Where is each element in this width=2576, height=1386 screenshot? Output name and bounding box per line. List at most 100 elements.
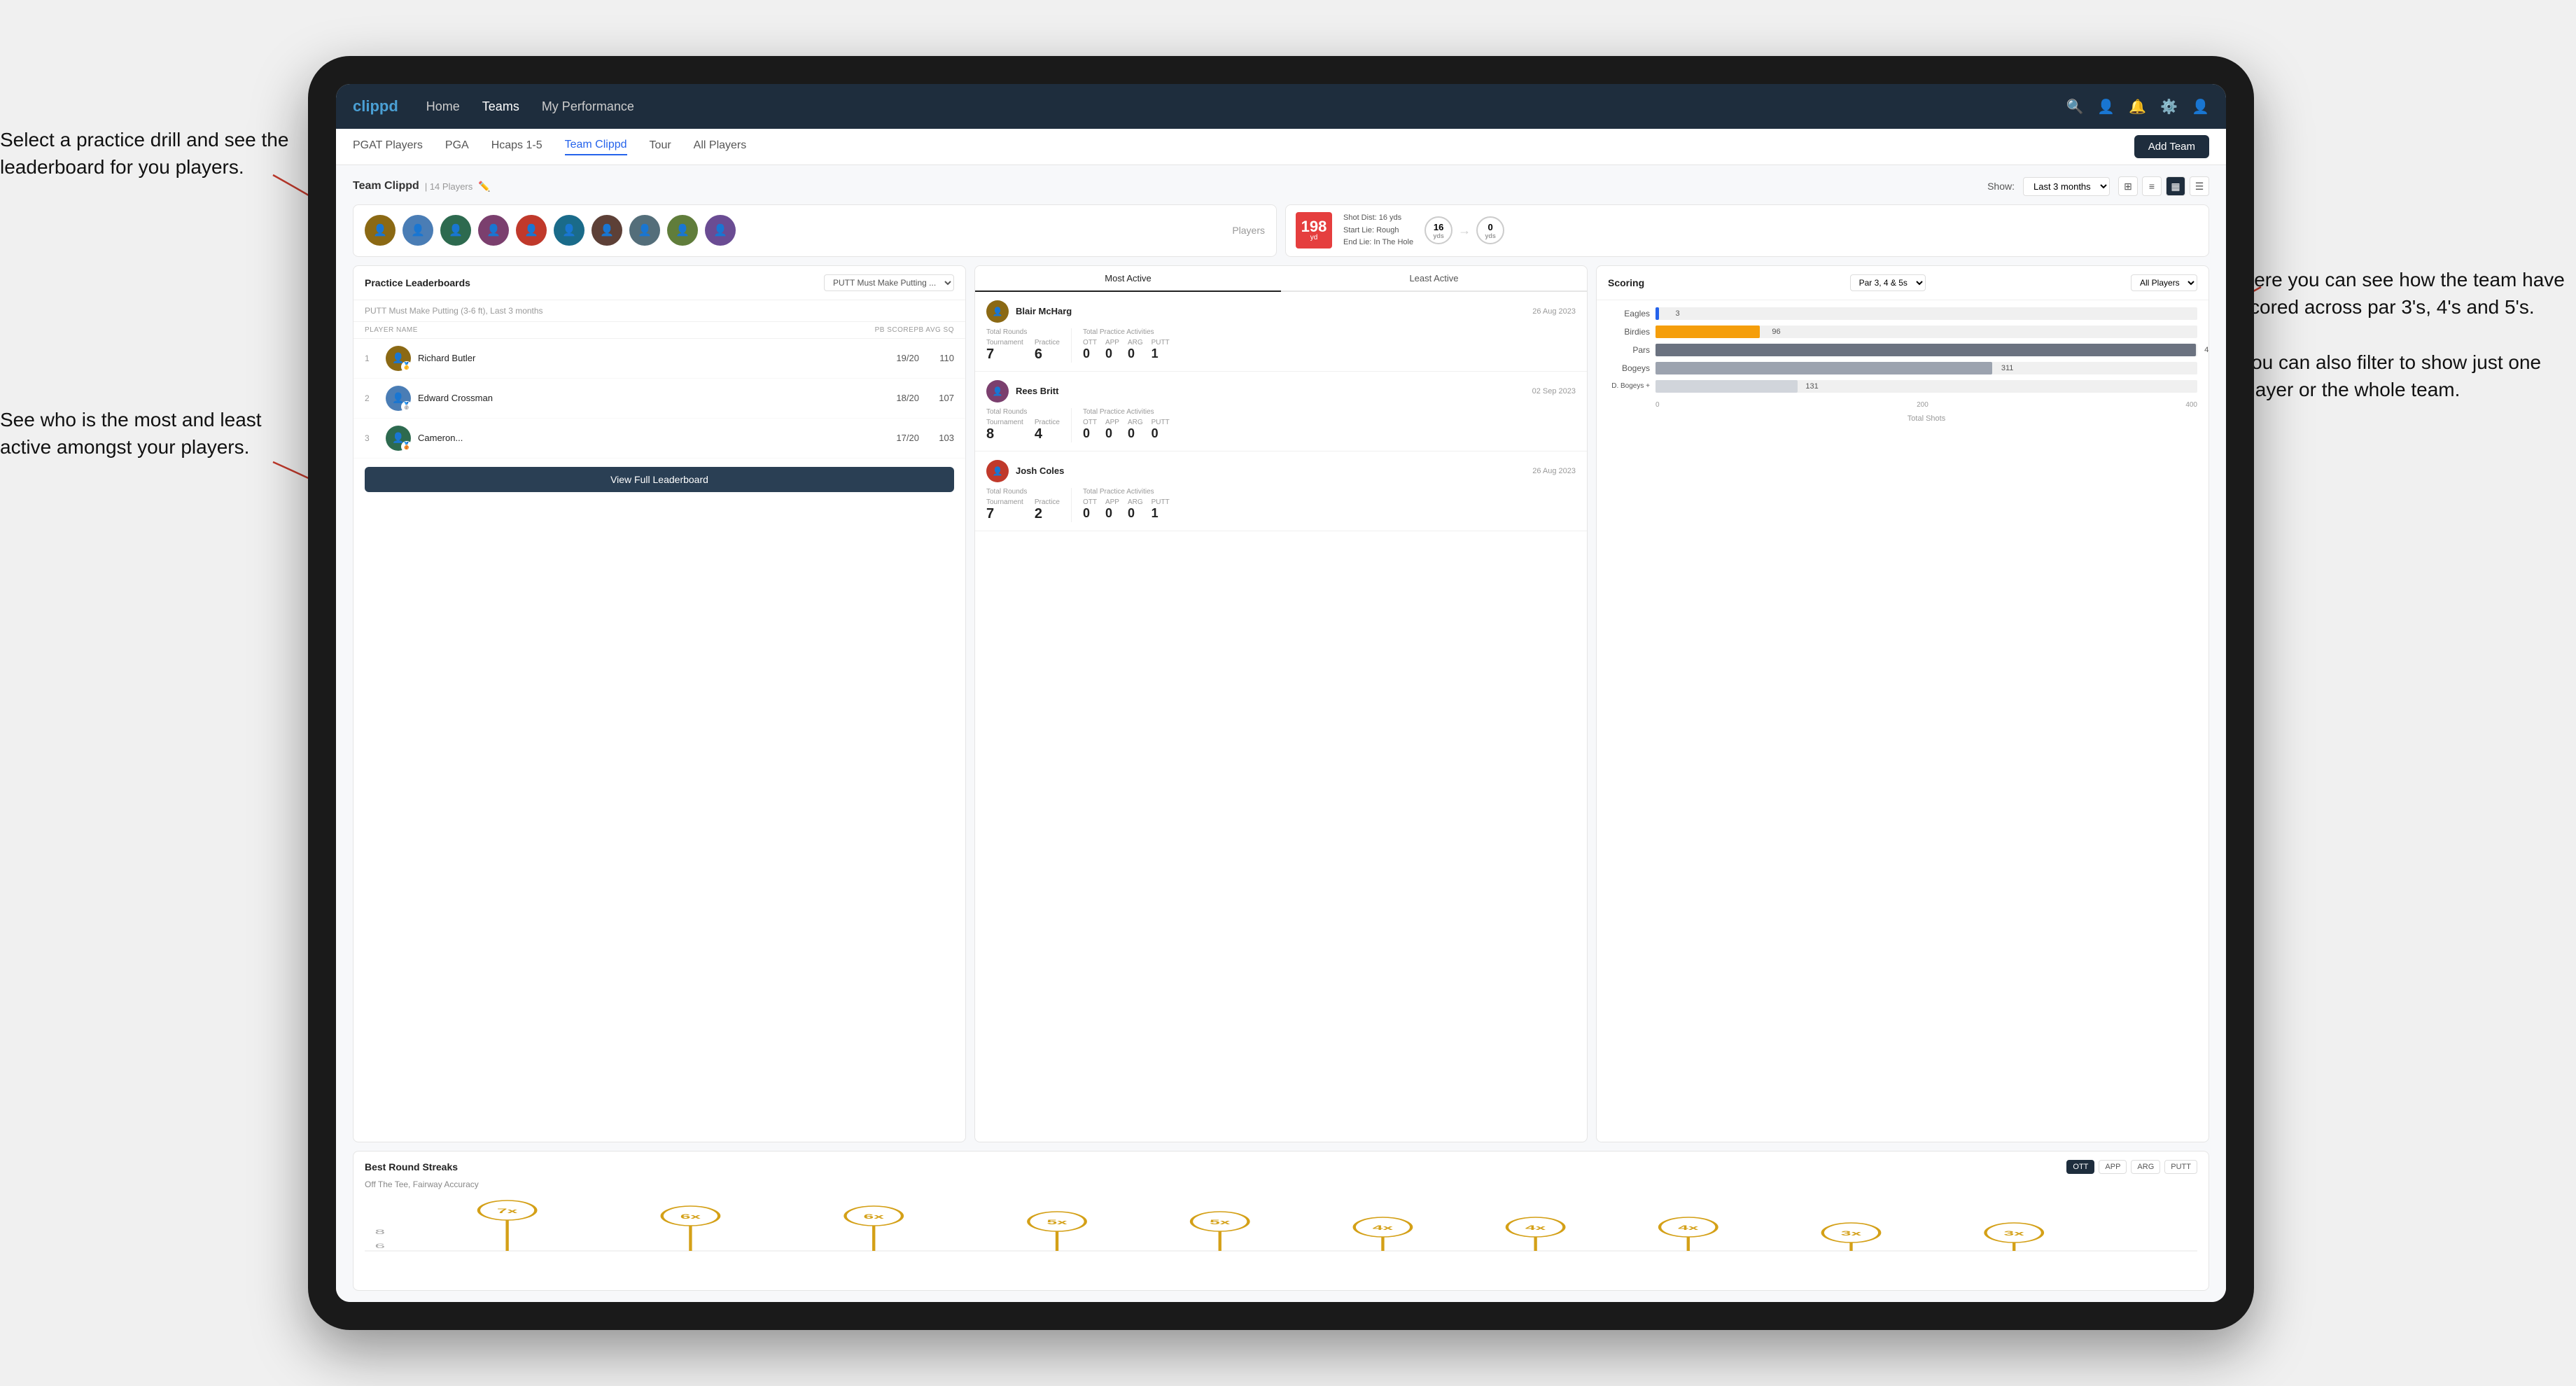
tab-putt[interactable]: PUTT [2164,1160,2197,1174]
period-dropdown[interactable]: Last 3 months [2023,177,2110,196]
avatar-1[interactable]: 👤 [365,215,396,246]
svg-text:8: 8 [375,1228,386,1236]
avatar-7[interactable]: 👤 [592,215,622,246]
list-view-icon[interactable]: ☰ [2190,176,2209,196]
settings-icon[interactable]: ⚙️ [2160,98,2178,115]
lb-avatar-3: 👤 🥉 [386,426,411,451]
yardage-right-unit: yds [1485,232,1496,239]
edit-icon[interactable]: ✏️ [478,181,490,192]
scoring-filter-players[interactable]: All Players [2131,274,2197,291]
avatar-9[interactable]: 👤 [667,215,698,246]
putt-value-3: 1 [1152,506,1170,521]
svg-text:5x: 5x [1046,1219,1067,1226]
players-avatars: 👤 👤 👤 👤 👤 👤 👤 👤 👤 👤 [365,215,736,246]
show-filter: Show: Last 3 months ⊞ ≡ ▦ ☰ [1987,176,2209,196]
shot-distance-unit: yd [1310,234,1318,241]
nav-link-teams[interactable]: Teams [482,99,519,114]
lb-avatar-1: 👤 🥇 [386,346,411,371]
grid-view-icon[interactable]: ⊞ [2118,176,2138,196]
shot-dist-badge: 198 yd [1296,212,1332,248]
table-view-icon[interactable]: ≡ [2142,176,2162,196]
bar-fill-birdies: 96 [1656,326,1760,338]
tablet-frame: clippd Home Teams My Performance 🔍 👤 🔔 ⚙… [308,56,2254,1330]
app-value-3: 0 [1105,506,1119,521]
start-lie: Start Lie: Rough [1343,225,1413,237]
sub-nav: PGAT Players PGA Hcaps 1-5 Team Clippd T… [336,129,2226,165]
bar-fill-eagles: 3 [1656,307,1659,320]
avatar-8[interactable]: 👤 [629,215,660,246]
avatar-3[interactable]: 👤 [440,215,471,246]
streak-chart: 6 8 7x 6x 6x [365,1195,2197,1279]
bar-row-birdies: Birdies 96 [1608,326,2197,338]
app-label-3: APP [1105,498,1119,506]
lb-header-name: PLAYER NAME [365,326,875,334]
svg-text:3x: 3x [2004,1230,2024,1237]
chart-x-axis: 0 200 400 [1656,398,2197,412]
activity-rounds-1: Total Rounds Tournament 7 Practice 6 [986,328,1060,363]
bar-label-birdies: Birdies [1608,327,1650,337]
lb-score-3: 17/20 [884,433,919,443]
avatar-10[interactable]: 👤 [705,215,736,246]
leaderboard-title: Practice Leaderboards [365,277,470,288]
subnav-tour[interactable]: Tour [650,139,671,155]
annotation-right: Here you can see how the team have score… [2240,266,2576,403]
putt-label-3: PUTT [1152,498,1170,506]
lb-row-3: 3 👤 🥉 Cameron... 17/20 103 [354,419,965,458]
bar-fill-bogeys: 311 [1656,362,1992,374]
avatar-4[interactable]: 👤 [478,215,509,246]
team-player-count: | 14 Players [425,181,472,192]
leaderboard-dropdown[interactable]: PUTT Must Make Putting ... [824,274,954,291]
card-view-icon[interactable]: ▦ [2166,176,2185,196]
bar-fill-dbogeys: 131 [1656,380,1798,393]
person-icon[interactable]: 👤 [2097,98,2115,115]
bar-label-dbogeys: D. Bogeys + [1608,382,1650,390]
nav-link-myperformance[interactable]: My Performance [542,99,634,114]
view-full-leaderboard-button[interactable]: View Full Leaderboard [365,467,954,492]
avatar-5[interactable]: 👤 [516,215,547,246]
ott-value-3: 0 [1083,506,1097,521]
lb-medal-2: 🥈 [401,401,412,412]
ott-label-1: OTT [1083,339,1097,346]
subnav-teamclippd[interactable]: Team Clippd [565,139,627,155]
bar-row-pars: Pars 499 [1608,344,2197,356]
bar-value-birdies: 96 [1772,328,1780,336]
tab-ott[interactable]: OTT [2066,1160,2094,1174]
svg-text:6x: 6x [680,1213,701,1220]
tab-most-active[interactable]: Most Active [975,266,1281,292]
shot-dist-label: Shot Dist: 16 yds [1343,212,1413,225]
shot-details: Shot Dist: 16 yds Start Lie: Rough End L… [1343,212,1413,249]
tab-arg[interactable]: ARG [2131,1160,2160,1174]
scoring-filter-par[interactable]: Par 3, 4 & 5s [1850,274,1926,291]
bar-track-eagles: 3 [1656,307,2197,320]
bell-icon[interactable]: 🔔 [2129,98,2146,115]
avatar-6[interactable]: 👤 [554,215,584,246]
nav-link-home[interactable]: Home [426,99,460,114]
subnav-hcaps[interactable]: Hcaps 1-5 [491,139,542,155]
tab-app[interactable]: APP [2099,1160,2127,1174]
avatar-icon[interactable]: 👤 [2192,98,2209,115]
lb-table-header: PLAYER NAME PB SCORE PB AVG SQ [354,322,965,339]
tournament-label-1: Tournament [986,339,1023,346]
yardage-left-unit: yds [1433,232,1444,239]
tab-least-active[interactable]: Least Active [1281,266,1587,292]
subnav-pga[interactable]: PGA [445,139,469,155]
putt-value-1: 1 [1152,346,1170,361]
app-label-1: APP [1105,339,1119,346]
subnav-allplayers[interactable]: All Players [694,139,747,155]
arg-value-2: 0 [1128,426,1143,441]
subnav-pgat[interactable]: PGAT Players [353,139,423,155]
arg-label-2: ARG [1128,419,1143,426]
main-content: Team Clippd | 14 Players ✏️ Show: Last 3… [336,165,2226,1302]
add-team-button[interactable]: Add Team [2134,135,2209,158]
lb-name-3: Cameron... [418,433,877,443]
total-rounds-label-3: Total Rounds [986,488,1060,496]
activity-card-1-header: 👤 Blair McHarg 26 Aug 2023 [986,300,1576,323]
activity-practice-3: Total Practice Activities OTT 0 APP 0 [1083,488,1170,521]
avatar-2[interactable]: 👤 [402,215,433,246]
search-icon[interactable]: 🔍 [2066,98,2083,115]
tournament-label-2: Tournament [986,419,1023,426]
bar-value-pars: 499 [2204,346,2209,354]
activity-name-1: Blair McHarg [1016,306,1525,316]
practice-label-3: Practice [1035,498,1060,506]
activity-practice-2: Total Practice Activities OTT 0 APP 0 [1083,408,1170,441]
